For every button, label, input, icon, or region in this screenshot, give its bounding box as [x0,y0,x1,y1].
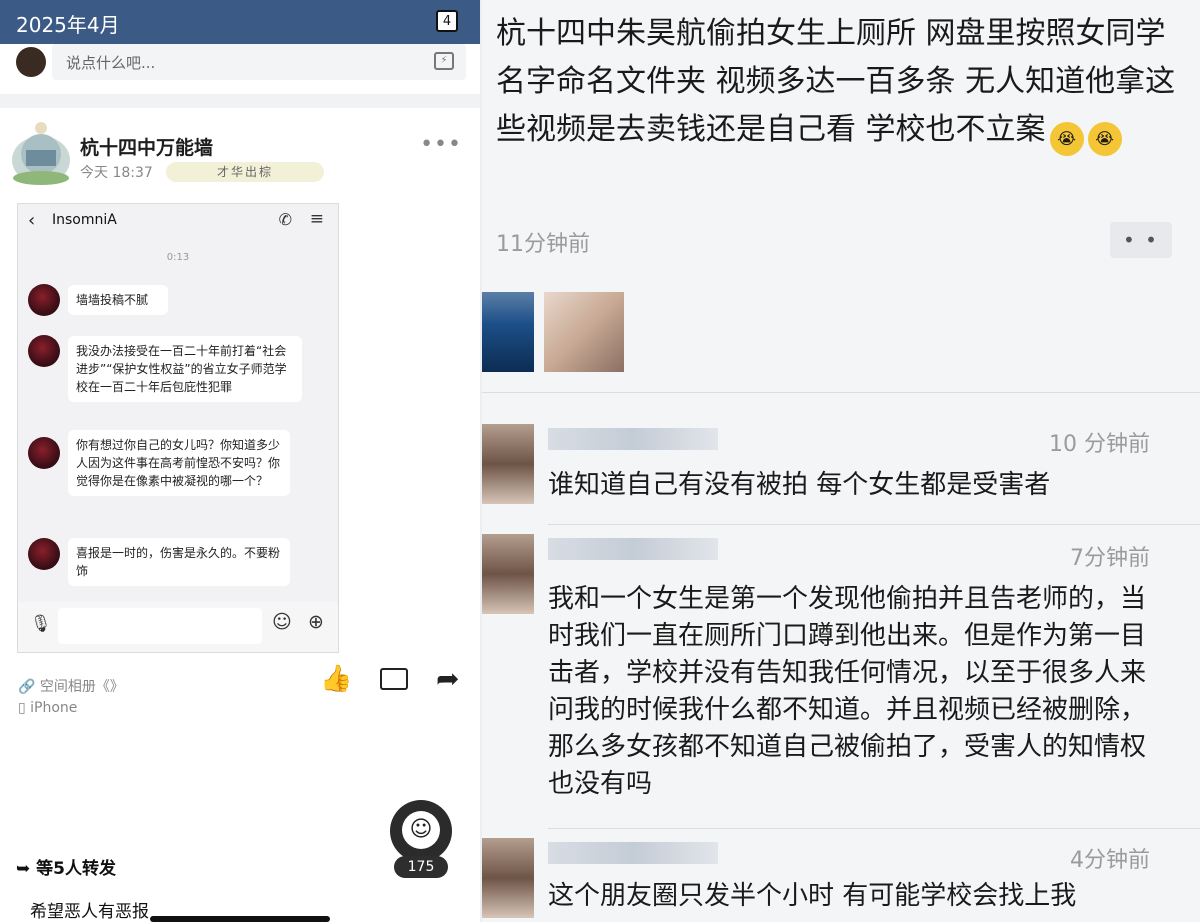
forward-row[interactable]: ➥ 等5人转发 [16,854,116,879]
album-link[interactable]: 🔗 空间相册《》 [18,676,124,696]
link-icon: 🔗 [18,679,40,695]
chat-text-field [58,608,262,644]
chat-header: ‹ InsomniA ✆ ≡ [18,204,338,240]
comment-avatar[interactable] [482,424,534,504]
comment-text: 我和一个女生是第一个发现他偷拍并且告老师的，当时我们一直在厕所门口蹲到他出来。但… [548,584,1147,799]
comment-divider [548,524,1200,525]
menu-icon: ≡ [309,209,324,229]
comment-avatar[interactable] [482,838,534,918]
plus-icon: ⊕ [308,611,324,633]
more-icon[interactable]: • • [1110,222,1172,258]
comment-divider [548,828,1200,829]
chat-avatar [28,538,60,570]
voice-comment-icon[interactable]: ⚡ [434,52,454,70]
forward-icon: ➥ [16,859,37,879]
chevron-left-icon: ‹ [28,210,36,231]
chat-message: 喜报是一时的，伤害是永久的。不要粉饰 [68,538,290,586]
forward-label: 等5人转发 [36,859,117,879]
home-indicator [150,916,330,922]
share-icon[interactable]: ➦ [436,662,459,695]
device-icon: ▯ [18,700,31,716]
chat-contact-name: InsomniA [52,212,117,228]
more-icon[interactable]: ••• [420,132,462,157]
chat-message: 墙墙投稿不腻 [68,285,168,315]
post-text: 杭十四中朱昊航偷拍女生上厕所 网盘里按照女同学名字命名文件夹 视频多达一百多条 … [496,10,1186,156]
chat-avatar [28,437,60,469]
phone-icon: ✆ [278,210,292,229]
emoji-icon: ☺ [272,611,292,633]
comment-placeholder: 说点什么吧... [66,54,156,72]
right-panel: 杭十四中朱昊航偷拍女生上厕所 网盘里按照女同学名字命名文件夹 视频多达一百多条 … [482,0,1200,922]
post-image-2[interactable] [544,292,624,372]
thumbs-up-icon[interactable]: 👍 [320,664,352,694]
my-avatar[interactable] [16,47,46,77]
float-count: 175 [394,856,448,878]
chat-screenshot[interactable]: ‹ InsomniA ✆ ≡ 0:13 墙墙投稿不腻 我没办法接受在一百二十年前… [17,203,339,653]
comment-author-redacted [548,538,718,560]
chat-message: 我没办法接受在一百二十年前打着“社会进步”“保护女性权益”的省立女子师范学校在一… [68,336,302,402]
comment-text: 这个朋友圈只发半个小时 有可能学校会找上我 [548,881,1077,911]
chat-avatar [28,284,60,316]
chat-timestamp: 0:13 [166,252,190,263]
chat-message: 你有想过你自己的女儿吗？你知道多少人因为这件事在高考前惶恐不安吗？你觉得你是在像… [68,430,290,496]
post-avatar[interactable] [10,120,72,186]
comment-time: 4分钟前 [1070,848,1150,873]
post-image-1[interactable] [482,292,534,372]
emoji-face-icon: ☺ [402,811,440,849]
date-label: 2025年4月 [16,13,120,37]
left-panel: 2025年4月 4 说点什么吧... ⚡ 杭十四中万能墙 今天 18:37 才华… [0,0,480,922]
device-label: iPhone [30,700,78,716]
chat-input-bar: 🎙 ☺ ⊕ [18,602,338,652]
post-time-ago: 11分钟前 [496,232,590,257]
mic-icon: 🎙 [30,614,52,634]
chat-avatar [28,335,60,367]
post-badge: 才华出棕 [166,162,324,182]
crying-emoji-icon: 😭 [1087,122,1122,156]
calendar-icon[interactable]: 4 [436,10,458,32]
comment-icon[interactable] [380,668,408,690]
comment-time: 10 分钟前 [1049,432,1150,457]
wish-comment: 希望恶人有恶报 [30,902,149,922]
post-time: 今天 18:37 [80,165,153,181]
comment-time: 7分钟前 [1070,546,1150,571]
comment-text: 谁知道自己有没有被拍 每个女生都是受害者 [548,470,1051,500]
device-info: ▯ iPhone [18,700,77,716]
divider [482,392,1200,393]
comment-author-redacted [548,428,718,450]
comment-avatar[interactable] [482,534,534,614]
comment-author-redacted [548,842,718,864]
comment-input[interactable]: 说点什么吧... ⚡ [52,44,466,80]
post-author-name[interactable]: 杭十四中万能墙 [80,133,213,160]
crying-emoji-icon: 😭 [1049,122,1084,156]
album-label: 空间相册《》 [39,679,124,695]
section-divider [0,94,480,108]
date-header: 2025年4月 4 [0,0,480,44]
